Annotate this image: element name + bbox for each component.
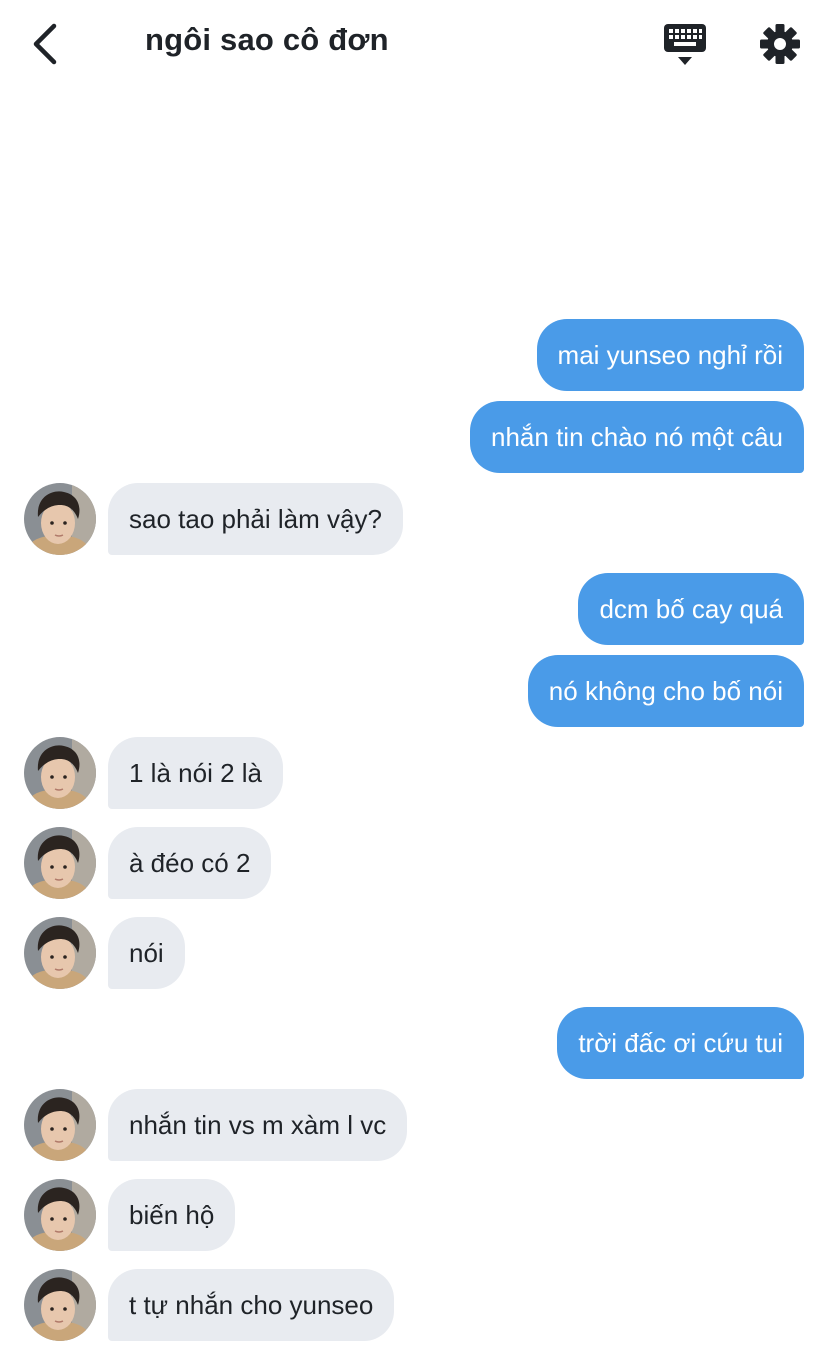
message-bubble-incoming[interactable]: biến hộ xyxy=(108,1179,236,1251)
message-row-incoming: nói xyxy=(0,917,828,989)
message-bubble-outgoing[interactable]: nhắn tin chào nó một câu xyxy=(470,401,804,473)
message-row-outgoing: trời đấc ơi cứu tui xyxy=(0,1007,828,1079)
message-row-incoming: à đéo có 2 xyxy=(0,827,828,899)
message-bubble-incoming[interactable]: 1 là nói 2 là xyxy=(108,737,283,809)
message-row-incoming: nhắn tin vs m xàm l vc xyxy=(0,1089,828,1161)
avatar[interactable] xyxy=(24,1179,96,1251)
message-bubble-outgoing[interactable]: dcm bố cay quá xyxy=(578,573,804,645)
message-bubble-incoming[interactable]: à đéo có 2 xyxy=(108,827,272,899)
message-bubble-outgoing[interactable]: mai yunseo nghỉ rồi xyxy=(536,319,804,391)
message-row-incoming: sao tao phải làm vậy? xyxy=(0,483,828,555)
message-bubble-incoming[interactable]: t tự nhắn cho yunseo xyxy=(108,1269,395,1341)
avatar[interactable] xyxy=(24,483,96,555)
message-row-incoming: t tự nhắn cho yunseo xyxy=(0,1269,828,1341)
avatar[interactable] xyxy=(24,1089,96,1161)
message-row-outgoing: dcm bố cay quá xyxy=(0,573,828,645)
message-row-outgoing: nó không cho bố nói xyxy=(0,655,828,727)
message-row-outgoing: mai yunseo nghỉ rồi xyxy=(0,319,828,391)
message-bubble-outgoing[interactable]: trời đấc ơi cứu tui xyxy=(557,1007,804,1079)
avatar[interactable] xyxy=(24,917,96,989)
message-row-incoming: 1 là nói 2 là xyxy=(0,737,828,809)
message-bubble-outgoing[interactable]: nó không cho bố nói xyxy=(527,655,804,727)
avatar[interactable] xyxy=(24,1269,96,1341)
avatar[interactable] xyxy=(24,827,96,899)
avatar[interactable] xyxy=(24,737,96,809)
message-bubble-incoming[interactable]: sao tao phải làm vậy? xyxy=(108,483,403,555)
message-thread: mai yunseo nghỉ rồi nhắn tin chào nó một… xyxy=(0,0,828,1372)
message-bubble-incoming[interactable]: nhắn tin vs m xàm l vc xyxy=(108,1089,408,1161)
message-bubble-incoming[interactable]: nói xyxy=(108,917,185,989)
message-row-incoming: biến hộ xyxy=(0,1179,828,1251)
message-row-outgoing: nhắn tin chào nó một câu xyxy=(0,401,828,473)
